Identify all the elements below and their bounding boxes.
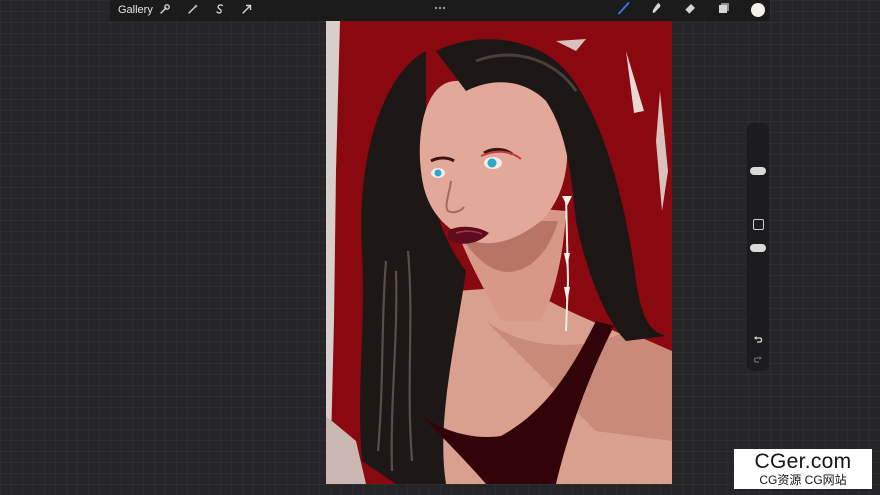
brush-size-slider[interactable] — [750, 167, 766, 175]
actions-button[interactable] — [156, 2, 173, 19]
site-watermark: CGer.com CG资源 CG网站 — [734, 449, 872, 489]
brush-icon — [617, 1, 631, 20]
drawing-canvas[interactable] — [326, 21, 672, 484]
transform-arrow-icon — [241, 2, 253, 20]
gallery-button[interactable]: Gallery — [118, 3, 153, 18]
eraser-icon — [683, 1, 697, 20]
layers-icon — [717, 1, 731, 20]
transform-button[interactable] — [238, 2, 255, 19]
selection-button[interactable] — [211, 2, 228, 19]
paint-tool-button[interactable] — [615, 2, 632, 19]
adjustments-button[interactable] — [184, 2, 201, 19]
ellipsis-icon — [434, 0, 446, 15]
side-toolbar — [747, 123, 769, 371]
undo-button[interactable] — [750, 333, 766, 347]
smudge-icon — [649, 1, 663, 20]
color-picker-button[interactable] — [751, 3, 765, 17]
wrench-icon — [159, 2, 171, 20]
more-options-handle[interactable] — [432, 1, 448, 11]
magic-wand-icon — [187, 2, 199, 20]
eraser-tool-button[interactable] — [681, 2, 698, 19]
watermark-title: CGer.com — [754, 450, 852, 473]
layers-button[interactable] — [715, 2, 732, 19]
redo-icon — [753, 351, 763, 369]
smudge-tool-button[interactable] — [647, 2, 664, 19]
undo-icon — [753, 331, 763, 349]
opacity-slider[interactable] — [750, 244, 766, 252]
redo-button[interactable] — [750, 353, 766, 367]
modify-button[interactable] — [753, 219, 764, 230]
watermark-subtitle: CG资源 CG网站 — [759, 473, 847, 487]
top-toolbar: Gallery — [110, 0, 770, 21]
portrait-painting — [326, 21, 672, 484]
selection-icon — [214, 2, 226, 20]
